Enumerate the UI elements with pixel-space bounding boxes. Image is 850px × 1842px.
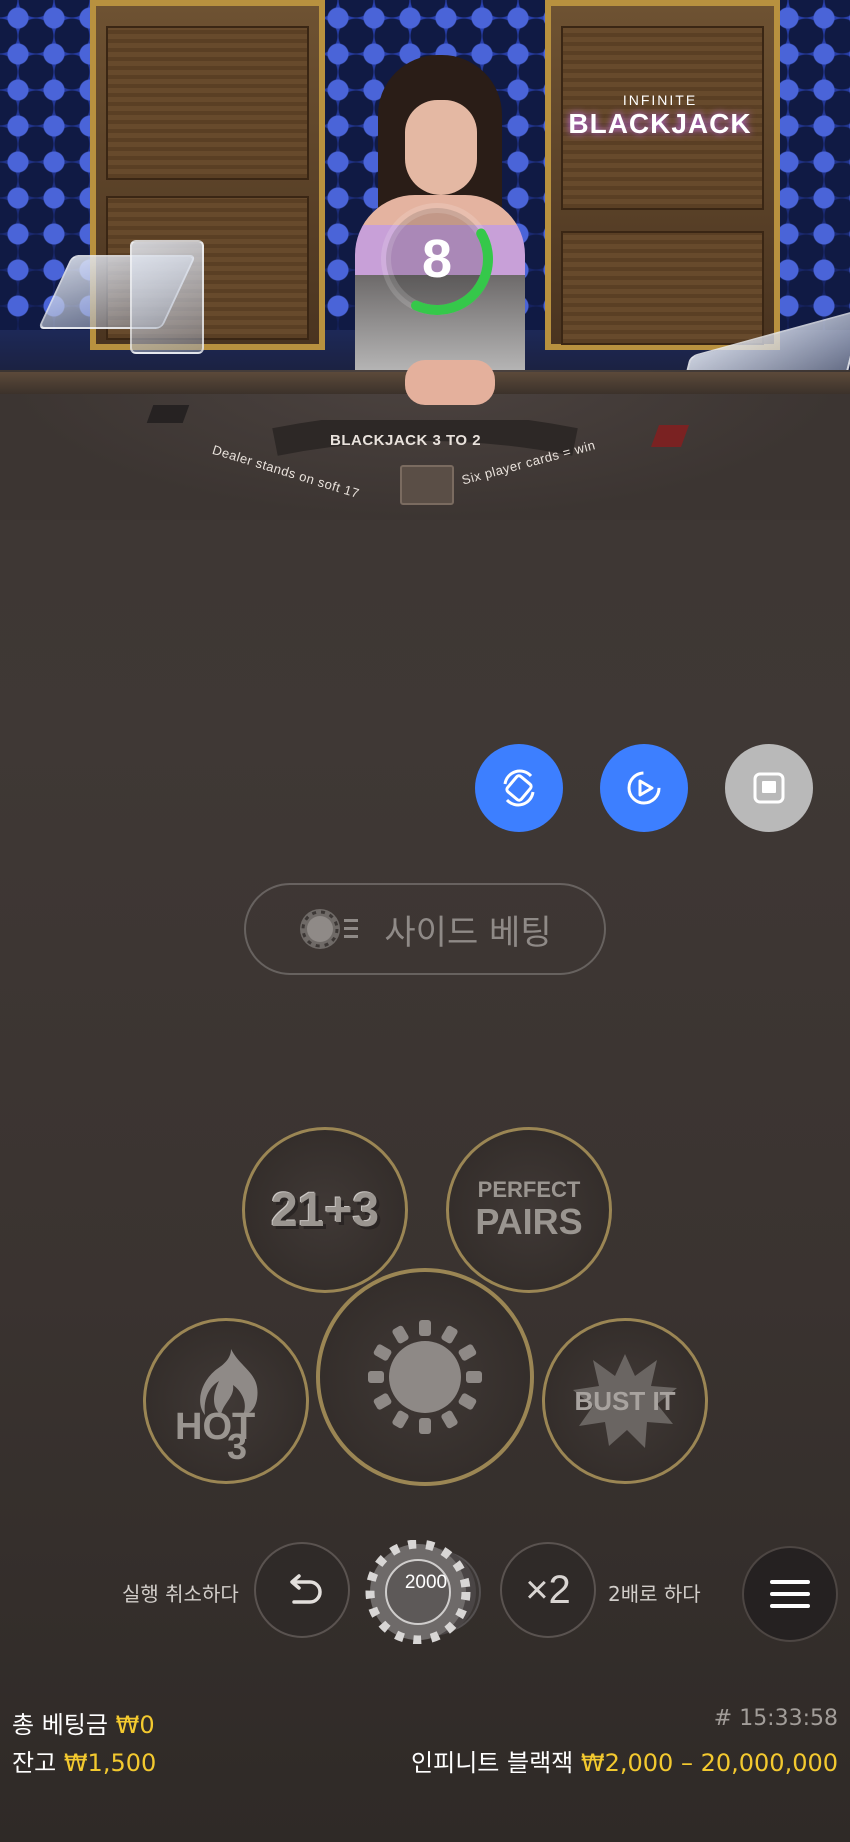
bet-spot-21-plus-3-label: 21+3: [270, 1183, 380, 1237]
live-video-stream: INFINITE BLACKJACK 8: [0, 0, 850, 385]
bet-spot-21-plus-3[interactable]: 21+3: [242, 1127, 408, 1293]
logo-line-2: BLACKJACK: [568, 108, 752, 139]
table-limits: 인피니트 블랙잭 ₩2,000 – 20,000,000: [411, 1743, 838, 1778]
side-bet-button[interactable]: 사이드 베팅: [244, 883, 606, 975]
hot-3-flame-icon: HOT 3: [175, 1349, 258, 1461]
betting-timer: 8: [378, 200, 496, 318]
undo-button[interactable]: [254, 1542, 350, 1638]
discard-tray: [400, 465, 454, 505]
main-bet-spot[interactable]: [316, 1268, 534, 1486]
balance-value: ₩1,500: [63, 1749, 157, 1777]
dealer-chip-tray: [146, 405, 190, 423]
hot-3-digit-label: 3: [227, 1426, 247, 1461]
side-bet-label: 사이드 베팅: [384, 912, 552, 953]
stop-square-icon: [753, 772, 785, 804]
chip-placeholder-icon: [368, 1320, 482, 1434]
undo-label: 실행 취소하다: [122, 1582, 239, 1606]
bet-limits: ₩2,000 – 20,000,000: [580, 1749, 838, 1777]
rotate-view-icon: [503, 769, 535, 807]
card-holder: [130, 240, 204, 354]
rotate-view-button[interactable]: [475, 744, 563, 832]
dealer-hands: [405, 360, 495, 405]
bet-spot-bust-it[interactable]: BUST IT: [542, 1318, 708, 1484]
balance: 잔고 ₩1,500: [12, 1743, 156, 1778]
balance-label: 잔고: [12, 1749, 57, 1777]
timer-value: 8: [421, 229, 453, 289]
total-bet-label: 총 베팅금: [12, 1711, 108, 1739]
wood-panel-right: [545, 0, 780, 350]
hamburger-menu-icon: [770, 1580, 810, 1608]
round-id-time: # 15:33:58: [713, 1706, 838, 1731]
logo-line-1: INFINITE: [622, 92, 698, 108]
stop-video-button[interactable]: [725, 744, 813, 832]
menu-button[interactable]: [742, 1546, 838, 1642]
perfect-pairs-top-label: PERFECT: [477, 1177, 581, 1203]
bet-spot-perfect-pairs[interactable]: PERFECT PAIRS: [446, 1127, 612, 1293]
total-bet-value: ₩0: [115, 1711, 155, 1739]
infinite-blackjack-logo: INFINITE BLACKJACK: [565, 92, 755, 152]
chip-value-label: 2000: [404, 1572, 448, 1593]
double-label: 2배로 하다: [608, 1582, 701, 1606]
game-name: 인피니트 블랙잭: [411, 1749, 574, 1777]
bet-spot-hot-3[interactable]: HOT 3: [143, 1318, 309, 1484]
video-rotate-icon: [627, 771, 661, 805]
double-symbol: ×2: [525, 1567, 571, 1612]
perfect-pairs-bottom-label: PAIRS: [475, 1201, 583, 1243]
backdrop-wall-right: [770, 0, 850, 330]
undo-arrow-icon: [290, 1574, 322, 1604]
double-button[interactable]: ×2: [500, 1542, 596, 1638]
total-bet: 총 베팅금 ₩0: [12, 1705, 155, 1740]
felt-payout-text: BLACKJACK 3 TO 2: [330, 432, 482, 449]
video-settings-button[interactable]: [600, 744, 688, 832]
chip-list-icon: [300, 909, 359, 949]
bust-it-label: BUST IT: [574, 1385, 676, 1416]
